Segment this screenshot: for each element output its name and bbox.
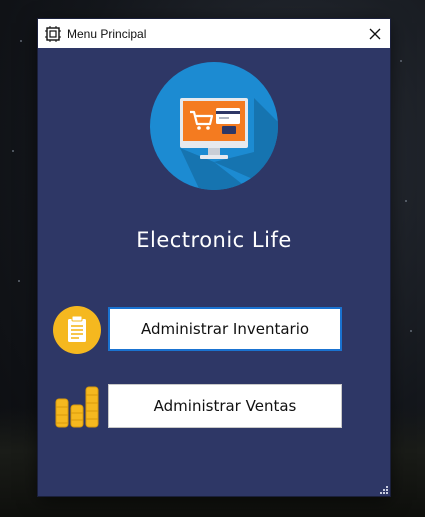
coins-stack-icon — [55, 386, 99, 428]
close-button[interactable] — [360, 19, 390, 48]
window-title: Menu Principal — [67, 26, 147, 41]
title-bar[interactable]: Menu Principal — [38, 19, 390, 48]
monitor-cart-icon — [150, 62, 278, 190]
close-icon — [369, 28, 381, 39]
resize-grip-icon[interactable] — [380, 486, 388, 494]
main-window: Menu Principal Electronic Life Administr… — [38, 19, 390, 496]
brand-name: Electronic Life — [136, 228, 292, 252]
clipboard-icon — [53, 306, 101, 354]
app-window-icon — [45, 25, 61, 42]
sales-button[interactable]: Administrar Ventas — [108, 384, 342, 428]
inventory-button[interactable]: Administrar Inventario — [108, 307, 342, 351]
